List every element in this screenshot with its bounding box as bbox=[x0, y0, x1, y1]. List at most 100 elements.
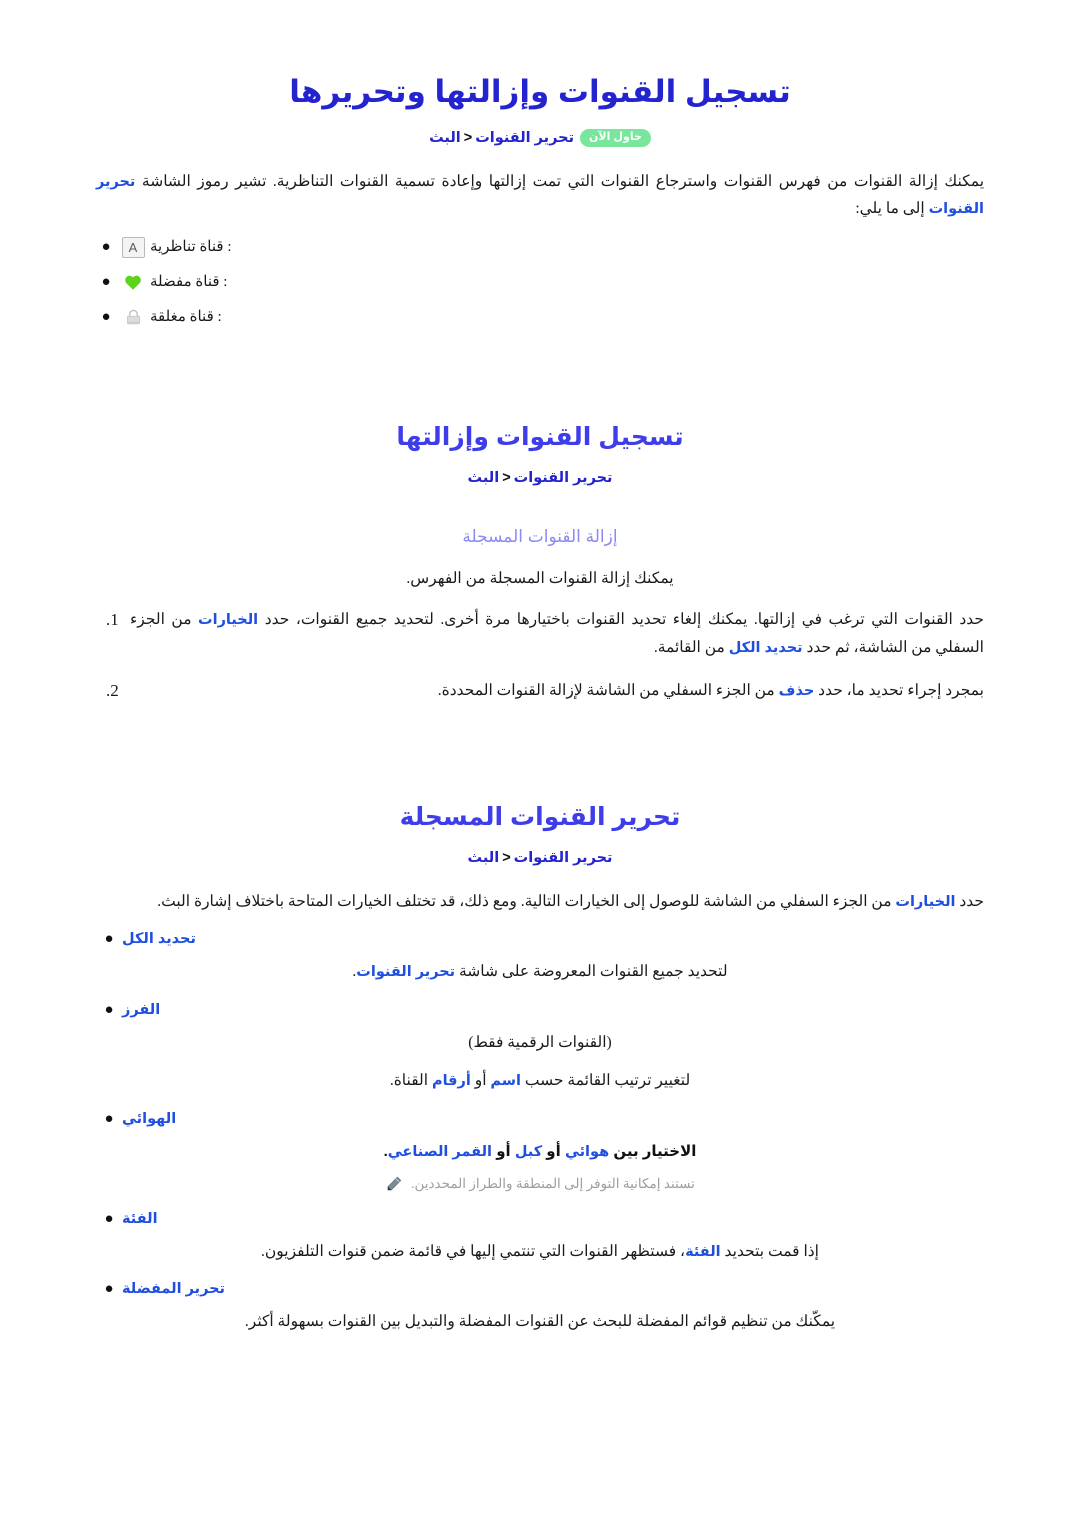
bullet-dot: ● bbox=[101, 238, 111, 255]
option-paren-sort: (القنوات الرقمية فقط) bbox=[468, 1034, 612, 1052]
step-number: 2. bbox=[106, 681, 119, 701]
favorite-heart-icon bbox=[125, 275, 141, 290]
breadcrumb-separator: < bbox=[502, 850, 511, 867]
bullet-dot: ● bbox=[101, 308, 111, 325]
step-keyword-select-all[interactable]: تحديد الكل bbox=[729, 640, 803, 656]
breadcrumb-leaf[interactable]: تحرير القنوات bbox=[514, 470, 613, 486]
bullet-dot: ● bbox=[101, 273, 111, 290]
locked-padlock-icon bbox=[126, 309, 140, 325]
option-category: ● الفئة إذا قمت بتحديد الفئة، فستظهر الق… bbox=[96, 1211, 984, 1266]
option-desc-antenna: الاختيار بين هوائي أو كبل أو القمر الصنا… bbox=[96, 1138, 984, 1165]
analog-channel-icon: A bbox=[121, 236, 145, 258]
lead-keyword-options[interactable]: الخيارات bbox=[895, 894, 955, 910]
option-label-antenna[interactable]: الهوائي bbox=[122, 1111, 176, 1127]
breadcrumb-leaf[interactable]: تحرير القنوات bbox=[514, 850, 613, 866]
desc-middle: أو bbox=[546, 1142, 561, 1160]
option-label-category[interactable]: الفئة bbox=[122, 1211, 158, 1227]
legend-label-locked: : قناة مغلقة bbox=[150, 308, 222, 325]
step-keyword-options[interactable]: الخيارات bbox=[198, 612, 258, 628]
antenna-availability-note: تستند إمكانية التوفر إلى المنطقة والطراز… bbox=[96, 1173, 984, 1195]
subsection-title-remove-channels: إزالة القنوات المسجلة bbox=[462, 527, 618, 547]
step-item: 2. بمجرد إجراء تحديد ما، حدد حذف من الجز… bbox=[96, 677, 984, 706]
icon-legend-list: ● A : قناة تناظرية ● : قناة مفضلة ●: قن… bbox=[96, 236, 984, 328]
step-text-3: من القائمة. bbox=[653, 638, 725, 656]
desc-after: ، فستظهر القنوات التي تنتمي إليها في قائ… bbox=[261, 1242, 686, 1260]
step-item: 1. حدد القنوات التي ترغب في إزالتها. يمك… bbox=[96, 606, 984, 661]
desc-keyword-category[interactable]: الفئة bbox=[685, 1244, 721, 1260]
option-label-edit-favorites[interactable]: تحرير المفضلة bbox=[122, 1281, 225, 1297]
desc-keyword-antenna[interactable]: هوائي bbox=[565, 1144, 609, 1160]
option-desc-select-all: لتحديد جميع القنوات المعروضة على شاشة تح… bbox=[96, 958, 984, 986]
option-select-all: ● تحديد الكل لتحديد جميع القنوات المعروض… bbox=[96, 931, 984, 986]
option-label-sort[interactable]: الفرز bbox=[122, 1002, 160, 1018]
page-title: تسجيل القنوات وإزالتها وتحريرها bbox=[289, 74, 791, 109]
pencil-note-icon bbox=[387, 1176, 402, 1191]
legend-label-analog: : قناة تناظرية bbox=[150, 238, 232, 255]
desc-before: إذا قمت بتحديد bbox=[724, 1242, 819, 1260]
breadcrumb-root[interactable]: البث bbox=[429, 130, 461, 146]
bullet-dot: ● bbox=[104, 931, 114, 948]
step-text-1: حدد القنوات التي ترغب في إزالتها. يمكنك … bbox=[264, 611, 985, 629]
breadcrumb-register: تحرير القنوات<البث bbox=[96, 468, 984, 490]
step-text-2: من الجزء السفلي من الشاشة لإزالة القنوات… bbox=[437, 682, 775, 700]
edit-section-lead: حدد الخيارات من الجزء السفلي من الشاشة ل… bbox=[96, 888, 984, 915]
remove-channels-steps: 1. حدد القنوات التي ترغب في إزالتها. يمك… bbox=[96, 606, 984, 706]
legend-item-favorite: ● : قناة مفضلة bbox=[96, 272, 984, 293]
option-header: ● تحديد الكل bbox=[96, 931, 984, 948]
breadcrumb-separator: < bbox=[502, 469, 511, 486]
option-header: ● تحرير المفضلة bbox=[96, 1281, 984, 1298]
lead-after: من الجزء السفلي من الشاشة للوصول إلى الخ… bbox=[157, 892, 892, 910]
section-title-register: تسجيل القنوات وإزالتها bbox=[396, 422, 684, 451]
intro-text-before: يمكنك إزالة القنوات من فهرس القنوات واست… bbox=[141, 172, 985, 190]
option-header: ● الهوائي bbox=[96, 1111, 984, 1128]
desc-keyword-numbers[interactable]: أرقام bbox=[432, 1073, 471, 1089]
option-header: ● الفرز bbox=[96, 1002, 984, 1019]
legend-item-analog: ● A : قناة تناظرية bbox=[96, 236, 984, 258]
desc-keyword-edit-channels[interactable]: تحرير القنوات bbox=[356, 964, 455, 980]
icon-slot bbox=[116, 307, 150, 327]
step-keyword-delete[interactable]: حذف bbox=[779, 683, 815, 699]
step-number: 1. bbox=[106, 610, 119, 630]
desc-before: لتحديد جميع القنوات المعروضة على شاشة bbox=[458, 963, 728, 981]
breadcrumb-top: حاول الآن تحرير القنوات<البث bbox=[96, 128, 984, 150]
option-antenna: ● الهوائي الاختيار بين هوائي أو كبل أو ا… bbox=[96, 1111, 984, 1195]
option-desc-category: إذا قمت بتحديد الفئة، فستظهر القنوات الت… bbox=[96, 1238, 984, 1266]
breadcrumb-root[interactable]: البث bbox=[468, 470, 500, 486]
breadcrumb-leaf[interactable]: تحرير القنوات bbox=[475, 130, 574, 146]
option-header: ● الفئة bbox=[96, 1211, 984, 1228]
intro-paragraph: يمكنك إزالة القنوات من فهرس القنوات واست… bbox=[96, 168, 984, 223]
option-label-select-all[interactable]: تحديد الكل bbox=[122, 931, 196, 947]
remove-channels-lead: يمكنك إزالة القنوات المسجلة من الفهرس. bbox=[406, 570, 674, 588]
intro-text-after: إلى ما يلي: bbox=[855, 200, 925, 218]
breadcrumb-root[interactable]: البث bbox=[468, 850, 500, 866]
desc-after: القناة. bbox=[389, 1071, 429, 1089]
bullet-dot: ● bbox=[104, 1281, 114, 1298]
step-text-1: بمجرد إجراء تحديد ما، حدد bbox=[818, 682, 984, 700]
try-now-badge[interactable]: حاول الآن bbox=[580, 129, 651, 148]
bullet-dot: ● bbox=[104, 1210, 114, 1227]
breadcrumb-edit: تحرير القنوات<البث bbox=[96, 848, 984, 870]
note-text: تستند إمكانية التوفر إلى المنطقة والطراز… bbox=[411, 1175, 695, 1191]
icon-slot bbox=[116, 273, 150, 292]
option-edit-favorites: ● تحرير المفضلة يمكّنك من تنظيم قوائم ال… bbox=[96, 1281, 984, 1336]
bullet-dot: ● bbox=[104, 1002, 114, 1019]
desc-before: الاختيار بين bbox=[613, 1142, 697, 1160]
step-text: حدد القنوات التي ترغب في إزالتها. يمكنك … bbox=[130, 606, 984, 661]
option-desc-edit-favorites: يمكّنك من تنظيم قوائم المفضلة للبحث عن ا… bbox=[244, 1313, 836, 1331]
icon-slot: A bbox=[116, 236, 150, 258]
desc-keyword-cable[interactable]: كبل bbox=[515, 1144, 542, 1160]
desc-keyword-satellite[interactable]: القمر الصناعي bbox=[388, 1144, 492, 1160]
legend-item-locked: ● : قناة مغلقة bbox=[96, 307, 984, 328]
section-title-edit-registered: تحرير القنوات المسجلة bbox=[399, 803, 681, 832]
step-text: بمجرد إجراء تحديد ما، حدد حذف من الجزء ا… bbox=[130, 677, 984, 704]
legend-label-favorite: : قناة مفضلة bbox=[150, 273, 228, 290]
lead-before: حدد bbox=[959, 892, 984, 910]
desc-middle: أو bbox=[474, 1071, 487, 1089]
breadcrumb-separator: < bbox=[463, 130, 473, 146]
option-desc-sort: لتغيير ترتيب القائمة حسب اسم أو أرقام ال… bbox=[96, 1067, 984, 1095]
desc-before: لتغيير ترتيب القائمة حسب bbox=[524, 1071, 691, 1089]
desc-keyword-name[interactable]: اسم bbox=[490, 1073, 521, 1089]
bullet-dot: ● bbox=[104, 1110, 114, 1127]
document-page: تسجيل القنوات وإزالتها وتحريرها حاول الآ… bbox=[0, 0, 1080, 1527]
option-sort: ● الفرز (القنوات الرقمية فقط) لتغيير ترت… bbox=[96, 1002, 984, 1095]
